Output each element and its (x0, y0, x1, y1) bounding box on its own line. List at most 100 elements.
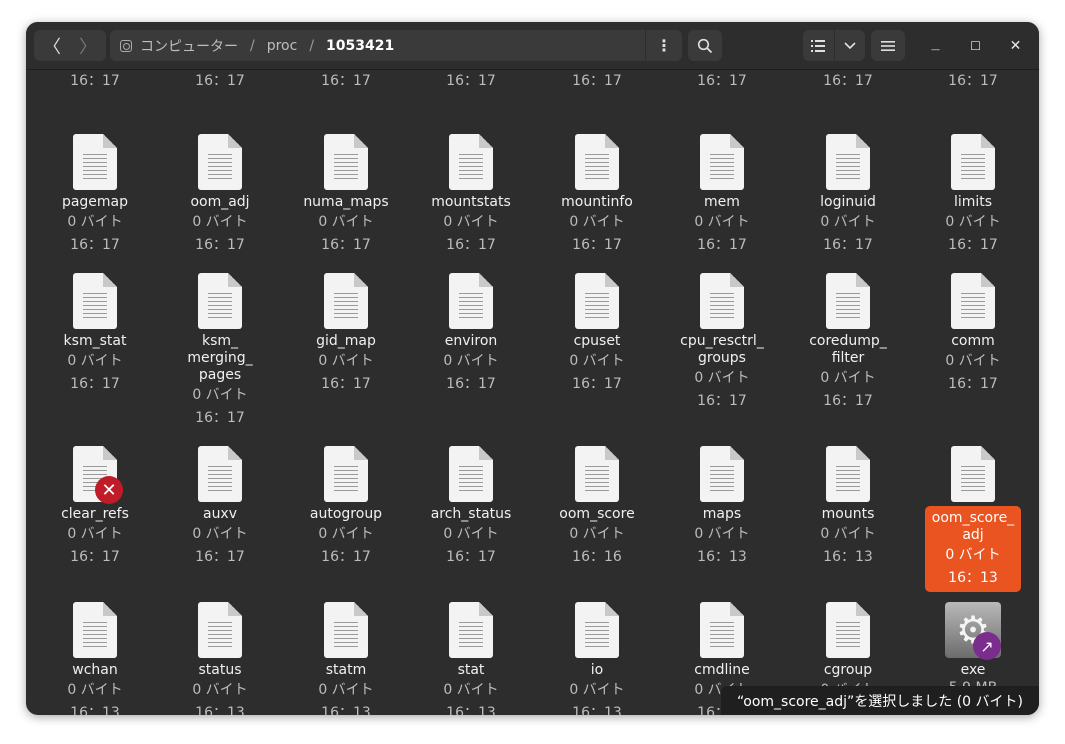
file-item[interactable]: 16：17 (298, 70, 394, 93)
file-item[interactable]: 16：17 (172, 70, 268, 93)
file-item[interactable]: 16：17 (925, 70, 1021, 93)
file-size: 0 バイト (318, 353, 374, 369)
view-options-button[interactable] (835, 30, 866, 61)
maximize-button[interactable]: ☐ (960, 30, 991, 61)
file-time: 16：17 (70, 549, 120, 565)
file-item[interactable]: environ 0 バイト 16：17 (423, 273, 519, 396)
file-size: 0 バイト (569, 682, 625, 698)
file-item[interactable]: oom_adj 0 バイト 16：17 (172, 134, 268, 257)
file-item[interactable]: cpuset 0 バイト 16：17 (549, 273, 645, 396)
close-window-button[interactable]: ✕ (1000, 30, 1031, 61)
text-file-icon (324, 134, 368, 192)
file-time: 16：17 (948, 73, 998, 89)
file-size: 0 バイト (694, 214, 750, 230)
file-size: 0 バイト (945, 214, 1001, 230)
file-name: mountstats (431, 194, 511, 210)
back-button[interactable]: 〈 (34, 30, 70, 61)
file-item[interactable]: auxv 0 バイト 16：17 (172, 446, 268, 569)
file-time: 16：17 (948, 237, 998, 253)
list-view-button[interactable] (803, 30, 835, 61)
text-file-icon (449, 446, 493, 504)
file-item[interactable]: oom_score_ adj 0 バイト 16：13 (925, 446, 1021, 592)
header-bar: 〈 〉 コンピューター / proc / 1053421 ⋮ — ☐ ✕ (26, 22, 1039, 70)
maximize-icon: ☐ (970, 38, 981, 53)
file-item[interactable]: 16：17 (47, 70, 143, 93)
minimize-button[interactable]: — (920, 30, 951, 61)
breadcrumb-proc[interactable]: proc (267, 38, 298, 54)
breadcrumb-current[interactable]: 1053421 (326, 38, 394, 54)
file-item[interactable]: 16：17 (423, 70, 519, 93)
main-menu-button[interactable] (871, 30, 905, 61)
file-name: clear_refs (61, 506, 129, 522)
file-manager-window: 〈 〉 コンピューター / proc / 1053421 ⋮ — ☐ ✕ 16：… (26, 22, 1039, 715)
file-item[interactable]: ✕ clear_refs 0 バイト 16：17 (47, 446, 143, 569)
file-item[interactable]: numa_maps 0 バイト 16：17 (298, 134, 394, 257)
file-item[interactable]: coredump_ filter 0 バイト 16：17 (800, 273, 896, 413)
file-size: 0 バイト (192, 387, 248, 403)
file-item[interactable]: loginuid 0 バイト 16：17 (800, 134, 896, 257)
file-size: 0 バイト (694, 526, 750, 542)
file-item[interactable]: pagemap 0 バイト 16：17 (47, 134, 143, 257)
file-item[interactable]: wchan 0 バイト 16：13 (47, 602, 143, 715)
file-name: exe (960, 662, 986, 678)
file-time: 16：17 (697, 73, 747, 89)
file-item[interactable]: comm 0 バイト 16：17 (925, 273, 1021, 396)
file-item[interactable]: 16：17 (674, 70, 770, 93)
file-item[interactable]: statm 0 バイト 16：13 (298, 602, 394, 715)
file-time: 16：13 (446, 705, 496, 715)
view-toggle-group (803, 30, 865, 61)
file-time: 16：17 (572, 376, 622, 392)
file-size: 0 バイト (318, 214, 374, 230)
file-item[interactable]: gid_map 0 バイト 16：17 (298, 273, 394, 396)
file-name: mounts (821, 506, 875, 522)
file-item[interactable]: mem 0 バイト 16：17 (674, 134, 770, 257)
file-name: stat (457, 662, 485, 678)
file-item[interactable]: arch_status 0 バイト 16：17 (423, 446, 519, 569)
breadcrumb-computer[interactable]: コンピューター (140, 36, 238, 56)
file-name: oom_score_ adj (931, 510, 1015, 543)
file-item[interactable]: limits 0 バイト 16：17 (925, 134, 1021, 257)
file-size: 0 バイト (569, 526, 625, 542)
selected-file-label: oom_score_ adj 0 バイト 16：13 (925, 506, 1021, 592)
file-time: 16：17 (446, 237, 496, 253)
file-item[interactable]: ⚙↗exe5.9 MB (925, 602, 1021, 698)
file-name: numa_maps (303, 194, 389, 210)
text-file-icon (575, 446, 619, 504)
file-item[interactable]: maps 0 バイト 16：13 (674, 446, 770, 569)
forward-button[interactable]: 〉 (70, 30, 106, 61)
file-item[interactable]: autogroup 0 バイト 16：17 (298, 446, 394, 569)
file-name: limits (953, 194, 993, 210)
kebab-menu-icon: ⋮ (656, 36, 672, 55)
text-file-icon (575, 273, 619, 331)
file-size: 0 バイト (318, 682, 374, 698)
file-item[interactable]: stat 0 バイト 16：13 (423, 602, 519, 715)
file-item[interactable]: mounts 0 バイト 16：13 (800, 446, 896, 569)
symlink-badge-icon: ↗ (973, 632, 1001, 660)
file-size: 0 バイト (443, 214, 499, 230)
file-time: 16：17 (446, 73, 496, 89)
file-name: io (590, 662, 604, 678)
file-time: 16：17 (195, 237, 245, 253)
file-item[interactable]: 16：17 (549, 70, 645, 93)
text-file-icon (575, 134, 619, 192)
nav-buttons: 〈 〉 (34, 30, 106, 61)
search-button[interactable] (688, 30, 722, 61)
file-time: 16：13 (572, 705, 622, 715)
file-item[interactable]: cpu_resctrl_ groups 0 バイト 16：17 (674, 273, 770, 413)
file-name: ksm_ merging_ pages (187, 333, 253, 383)
file-size: 0 バイト (820, 370, 876, 386)
file-size: 0 バイト (443, 682, 499, 698)
file-item[interactable]: ksm_stat 0 バイト 16：17 (47, 273, 143, 396)
file-item[interactable]: io 0 バイト 16：13 (549, 602, 645, 715)
file-item[interactable]: ksm_ merging_ pages 0 バイト 16：17 (172, 273, 268, 430)
file-name: cpu_resctrl_ groups (680, 333, 764, 366)
file-time: 16：13 (195, 705, 245, 715)
path-menu-button[interactable]: ⋮ (645, 30, 682, 61)
file-item[interactable]: status 0 バイト 16：13 (172, 602, 268, 715)
file-item[interactable]: 16：17 (800, 70, 896, 93)
file-item[interactable]: mountinfo 0 バイト 16：17 (549, 134, 645, 257)
text-file-icon (951, 446, 995, 504)
file-item[interactable]: oom_score 0 バイト 16：16 (549, 446, 645, 569)
text-file-icon (575, 602, 619, 660)
file-item[interactable]: mountstats 0 バイト 16：17 (423, 134, 519, 257)
